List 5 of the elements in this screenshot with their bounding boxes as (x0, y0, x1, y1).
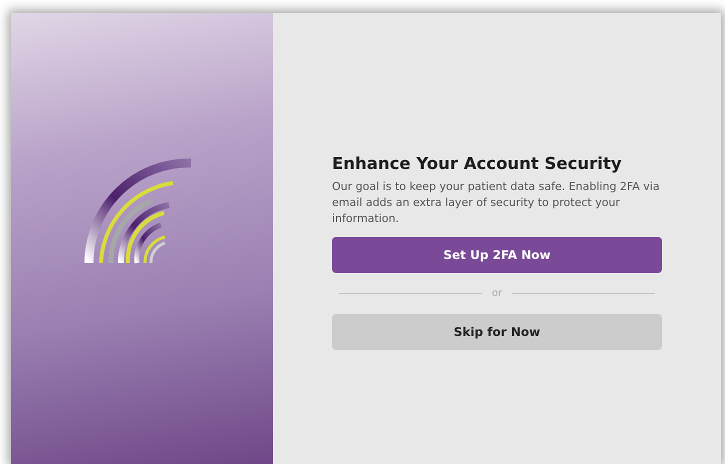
description: Our goal is to keep your patient data safe. Enabling 2FA via email adds an extra layer of security to protect your information. (332, 179, 661, 227)
setup-2fa-button[interactable]: Set Up 2FA Now (332, 237, 662, 273)
divider-text: or (492, 288, 502, 299)
skip-button[interactable]: Skip for Now (332, 314, 662, 350)
heading: Enhance Your Account Security (332, 154, 623, 173)
